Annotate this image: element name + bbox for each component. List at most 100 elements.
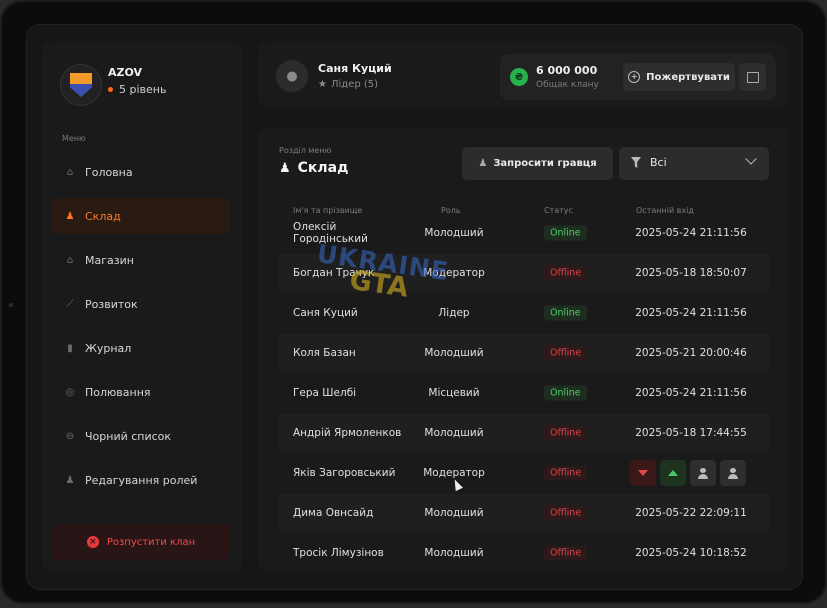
sidebar-item-6[interactable]: ⊖ Чорний список	[52, 418, 230, 454]
last-login: 2025-05-24 21:11:56	[635, 307, 747, 319]
user-edit-icon: ♟	[65, 474, 75, 486]
last-login: 2025-05-22 22:09:11	[635, 507, 747, 519]
sidebar-item-4[interactable]: ▮ Журнал	[52, 330, 230, 366]
sidebar-item-label: Склад	[85, 209, 121, 223]
kick-member-button[interactable]	[690, 460, 716, 486]
level-dot-icon	[108, 87, 113, 92]
last-login: 2025-05-24 10:18:52	[635, 547, 747, 559]
sidebar-item-label: Редагування ролей	[85, 473, 198, 487]
section-title: ♟ Склад	[279, 160, 348, 176]
camera-dot	[9, 303, 13, 307]
promote-button[interactable]	[660, 460, 686, 486]
disband-label: Розпустити клан	[106, 536, 196, 548]
storage-button[interactable]	[739, 63, 766, 91]
tablet-frame: AZOV 5 рівень Меню ⌂ Головна ♟ Склад ⌂ Магази…	[0, 0, 827, 604]
group-icon: ♟	[65, 210, 75, 222]
member-role: Молодший	[424, 547, 484, 559]
member-profile-button[interactable]	[720, 460, 746, 486]
member-name: Олексій Городінський	[293, 221, 368, 245]
table-row[interactable]: Олексій Городінський Молодший Online 2025-0…	[279, 220, 769, 252]
invite-player-button[interactable]: ♟ Запросити гравця	[462, 147, 613, 180]
role-filter-select[interactable]: Всі	[619, 147, 769, 180]
status-badge: Offline	[544, 265, 588, 281]
table-row[interactable]: Коля Базан Молодший Offline 2025-05-21 20:0…	[279, 334, 769, 372]
table-row[interactable]: Андрій Ярмоленков Молодший Offline 2025-05-…	[279, 414, 769, 452]
filter-value: Всі	[650, 156, 667, 169]
clan-logo	[60, 64, 102, 106]
clan-name: AZOV	[108, 66, 143, 79]
box-icon	[746, 71, 759, 83]
member-table: Олексій Городінський Молодший Online 2025-0…	[279, 220, 769, 572]
table-row[interactable]: Дима Овнсайд Молодший Offline 2025-05-22 22…	[279, 494, 769, 532]
chart-icon: ⟋	[66, 298, 74, 310]
fund-label: Общак клану	[536, 80, 599, 90]
sidebar: AZOV 5 рівень Меню ⌂ Головна ♟ Склад ⌂ Магази…	[42, 42, 242, 572]
arrow-down-icon	[638, 470, 648, 476]
demote-button[interactable]	[630, 460, 656, 486]
sidebar-item-1[interactable]: ♟ Склад	[52, 198, 230, 234]
table-row[interactable]: Богдан Трачук Модератор Offline 2025-05-18 …	[279, 254, 769, 292]
table-row[interactable]: Яків Загоровський Модератор Offline	[279, 454, 769, 492]
close-circle-icon: ×	[86, 536, 99, 548]
table-row[interactable]: Тросік Лімузінов Молодший Offline 2025-05-2…	[279, 534, 769, 572]
sidebar-item-3[interactable]: ⟋ Розвиток	[52, 286, 230, 322]
member-role: Молодший	[424, 227, 484, 239]
member-name: Коля Базан	[293, 347, 356, 359]
last-login: 2025-05-18 18:50:07	[635, 267, 747, 279]
member-role: Модератор	[423, 267, 485, 279]
member-name: Гера Шелбі	[293, 387, 357, 399]
last-login: 2025-05-24 21:11:56	[635, 227, 747, 239]
basket-icon: ⌂	[66, 254, 74, 266]
table-row[interactable]: Саня Куций Лідер Online 2025-05-24 21:11:56	[279, 294, 769, 332]
section-title-text: Склад	[297, 160, 349, 176]
status-badge: Offline	[544, 465, 588, 481]
user-name: Саня Куций	[318, 62, 392, 75]
member-name: Дима Овнсайд	[293, 507, 374, 519]
sidebar-item-label: Головна	[85, 165, 133, 179]
member-role: Молодший	[424, 427, 484, 439]
status-badge: Offline	[544, 425, 588, 441]
donate-label: Пожертвувати	[646, 71, 730, 83]
menu-caption: Меню	[62, 134, 86, 143]
profile-header: ● Саня Куций ★ Лідер (5) ₴ 6 000 000 Общ…	[258, 42, 788, 108]
home-icon: ⌂	[66, 166, 74, 178]
clan-fund: ₴ 6 000 000 Общак клану + Пожертвувати	[500, 54, 776, 100]
member-name: Саня Куций	[293, 307, 358, 319]
column-header-status: Статус	[544, 206, 573, 215]
member-role: Місцевий	[428, 387, 480, 399]
last-login: 2025-05-21 20:00:46	[635, 347, 747, 359]
sidebar-item-0[interactable]: ⌂ Головна	[52, 154, 230, 190]
sidebar-item-label: Розвиток	[85, 297, 138, 311]
status-badge: Online	[544, 385, 587, 401]
table-row[interactable]: Гера Шелбі Місцевий Online 2025-05-24 21:11…	[279, 374, 769, 412]
roster-panel: Розділ меню ♟ Склад ♟ Запросити гравця В…	[258, 128, 788, 572]
status-badge: Offline	[544, 505, 588, 521]
add-user-icon: ♟	[478, 158, 488, 169]
member-role: Модератор	[423, 467, 485, 479]
member-name: Яків Загоровський	[293, 467, 396, 479]
member-name: Тросік Лімузінов	[293, 547, 384, 559]
sidebar-item-2[interactable]: ⌂ Магазин	[52, 242, 230, 278]
member-name: Андрій Ярмоленков	[293, 427, 402, 439]
screen: AZOV 5 рівень Меню ⌂ Головна ♟ Склад ⌂ Магази…	[26, 24, 803, 590]
donate-button[interactable]: + Пожертвувати	[623, 63, 735, 91]
clan-level: 5 рівень	[108, 83, 166, 96]
user-role: ★ Лідер (5)	[318, 79, 378, 90]
section-caption: Розділ меню	[279, 146, 332, 155]
status-badge: Online	[544, 225, 587, 241]
sidebar-item-7[interactable]: ♟ Редагування ролей	[52, 462, 230, 498]
disband-clan-button[interactable]: × Розпустити клан	[52, 524, 230, 560]
sidebar-item-label: Полювання	[85, 385, 151, 399]
clan-level-text: 5 рівень	[119, 83, 167, 96]
member-role: Молодший	[424, 347, 484, 359]
status-badge: Online	[544, 305, 587, 321]
clan-shield-icon	[70, 73, 92, 97]
user-remove-icon	[698, 467, 708, 479]
column-header-last-login: Останній вхід	[636, 206, 694, 215]
user-icon	[728, 467, 738, 479]
hryvnia-icon: ₴	[510, 68, 528, 86]
filter-icon	[631, 157, 641, 168]
sidebar-item-5[interactable]: ◎ Полювання	[52, 374, 230, 410]
member-name: Богдан Трачук	[293, 267, 375, 279]
book-icon: ▮	[67, 342, 73, 354]
